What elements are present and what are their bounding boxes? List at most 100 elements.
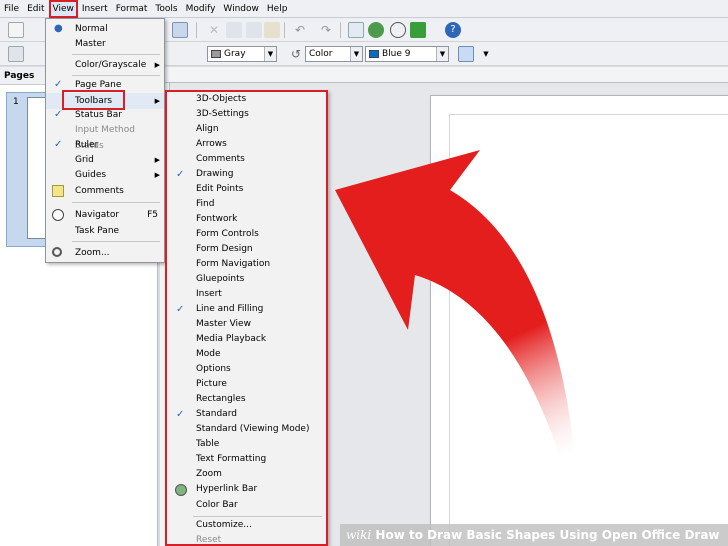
view-menu-grid[interactable]: Grid ▶ (46, 152, 164, 168)
checkmark-icon: ✓ (54, 139, 63, 150)
table-icon[interactable] (348, 22, 364, 38)
navigator-icon (52, 209, 64, 221)
chevron-down-icon: ▼ (350, 47, 362, 61)
view-menu-master[interactable]: Master (46, 36, 164, 52)
toolbar-media-playback[interactable]: Media Playback (167, 332, 326, 347)
page-number: 1 (13, 97, 19, 107)
line-color-value: Blue 9 (382, 49, 411, 59)
menu-format[interactable]: Format (112, 0, 152, 18)
toolbar-form-navigation[interactable]: Form Navigation (167, 257, 326, 272)
menu-insert[interactable]: Insert (78, 0, 112, 18)
toolbar-comments[interactable]: Comments (167, 152, 326, 167)
menu-modify[interactable]: Modify (182, 0, 220, 18)
submenu-arrow-icon: ▶ (154, 61, 160, 69)
chevron-down-icon: ▼ (436, 47, 448, 61)
toolbars-submenu: 3D-Objects 3D-Settings Align Arrows Comm… (165, 90, 328, 546)
new-document-icon[interactable] (8, 22, 24, 38)
menu-edit[interactable]: Edit (23, 0, 48, 18)
watermark-brand: wiki (346, 528, 372, 542)
area-fill-icon[interactable] (458, 46, 474, 62)
checkmark-icon: ✓ (176, 169, 185, 180)
toolbar-options-icon[interactable]: ▼ (478, 46, 494, 62)
toolbar-line-and-filling[interactable]: ✓ Line and Filling (167, 302, 326, 317)
line-style-value: Color (309, 49, 333, 59)
hyperlink-globe-icon (175, 484, 187, 496)
area-swatch-icon (211, 50, 221, 58)
toolbar-align[interactable]: Align (167, 122, 326, 137)
watermark-banner: wiki How to Draw Basic Shapes Using Open… (340, 524, 728, 546)
red-arrow-annotation (335, 150, 580, 530)
toolbar-mode[interactable]: Mode (167, 347, 326, 362)
toolbar-find[interactable]: Find (167, 197, 326, 212)
copy-icon[interactable] (226, 22, 242, 38)
line-arrow-style-icon[interactable]: ↺ (288, 46, 304, 62)
gallery-icon[interactable] (410, 22, 426, 38)
help-icon[interactable]: ? (445, 22, 461, 38)
chart-icon[interactable] (368, 22, 384, 38)
toolbar-gluepoints[interactable]: Gluepoints (167, 272, 326, 287)
line-style-select[interactable]: Color ▼ (305, 46, 363, 62)
toolbar-options[interactable]: Options (167, 362, 326, 377)
toolbar-text-formatting[interactable]: Text Formatting (167, 452, 326, 467)
submenu-arrow-icon: ▶ (154, 171, 160, 179)
watermark-title: How to Draw Basic Shapes Using Open Offi… (375, 528, 720, 542)
toolbar-standard[interactable]: ✓ Standard (167, 407, 326, 422)
menu-file[interactable]: File (0, 0, 23, 18)
clone-formatting-icon[interactable] (264, 22, 280, 38)
toolbar-insert[interactable]: Insert (167, 287, 326, 302)
toolbars-highlight-box (62, 90, 125, 110)
toolbar-fontwork[interactable]: Fontwork (167, 212, 326, 227)
toolbar-reset: Reset (196, 535, 222, 545)
toolbar-picture[interactable]: Picture (167, 377, 326, 392)
menu-help[interactable]: Help (263, 0, 292, 18)
zoom-icon (52, 247, 62, 257)
toolbar-3d-objects[interactable]: 3D-Objects (167, 92, 326, 107)
view-menu-ruler[interactable]: ✓ Ruler (46, 137, 164, 153)
submenu-arrow-icon: ▶ (154, 156, 160, 164)
menu-view[interactable]: View (48, 0, 78, 18)
toolbar-rectangles[interactable]: Rectangles (167, 392, 326, 407)
toolbar-edit-points[interactable]: Edit Points (167, 182, 326, 197)
view-menu-input-method-status: Input Method Status (75, 125, 135, 151)
view-menu-comments[interactable]: Comments (46, 183, 164, 199)
horizontal-ruler[interactable] (160, 67, 728, 83)
menu-window[interactable]: Window (219, 0, 263, 18)
show-draw-functions-icon[interactable] (390, 22, 406, 38)
view-menu-task-pane[interactable]: Task Pane (46, 223, 164, 239)
paste-icon[interactable] (246, 22, 262, 38)
styles-icon[interactable] (8, 46, 24, 62)
toolbar-form-controls[interactable]: Form Controls (167, 227, 326, 242)
view-menu-navigator[interactable]: Navigator F5 (46, 207, 164, 223)
comment-icon (52, 185, 64, 197)
view-menu-guides[interactable]: Guides ▶ (46, 167, 164, 183)
area-style-value: Gray (224, 49, 246, 59)
radio-selected-icon: ● (54, 23, 63, 34)
menu-bar: File Edit View Insert Format Tools Modif… (0, 0, 728, 18)
toolbar-arrows[interactable]: Arrows (167, 137, 326, 152)
area-style-select[interactable]: Gray ▼ (207, 46, 277, 62)
chevron-down-icon: ▼ (264, 47, 276, 61)
toolbar-form-design[interactable]: Form Design (167, 242, 326, 257)
toolbar-standard-viewing-mode[interactable]: Standard (Viewing Mode) (167, 422, 326, 437)
checkmark-icon: ✓ (176, 409, 185, 420)
toolbar-table[interactable]: Table (167, 437, 326, 452)
view-menu-zoom[interactable]: Zoom... (46, 245, 164, 261)
menu-tools[interactable]: Tools (151, 0, 181, 18)
toolbar-drawing[interactable]: ✓ Drawing (167, 167, 326, 182)
line-color-select[interactable]: Blue 9 ▼ (365, 46, 449, 62)
view-menu: ● Normal Master Color/Grayscale ▶ ✓ Page… (45, 18, 165, 263)
redo-icon[interactable]: ↷ (318, 22, 334, 38)
view-menu-normal[interactable]: ● Normal (46, 21, 164, 37)
checkmark-icon: ✓ (176, 304, 185, 315)
toolbar-color-bar[interactable]: Color Bar (167, 498, 326, 513)
line-color-swatch-icon (369, 50, 379, 58)
undo-icon[interactable]: ↶ (292, 22, 308, 38)
spellcheck-icon[interactable] (172, 22, 188, 38)
toolbar-customize[interactable]: Customize... (167, 518, 326, 533)
toolbar-zoom[interactable]: Zoom (167, 467, 326, 482)
cut-icon[interactable]: ✕ (206, 22, 222, 38)
toolbar-3d-settings[interactable]: 3D-Settings (167, 107, 326, 122)
view-menu-color-grayscale[interactable]: Color/Grayscale ▶ (46, 57, 164, 73)
toolbar-hyperlink-bar[interactable]: Hyperlink Bar (167, 482, 326, 497)
toolbar-master-view[interactable]: Master View (167, 317, 326, 332)
